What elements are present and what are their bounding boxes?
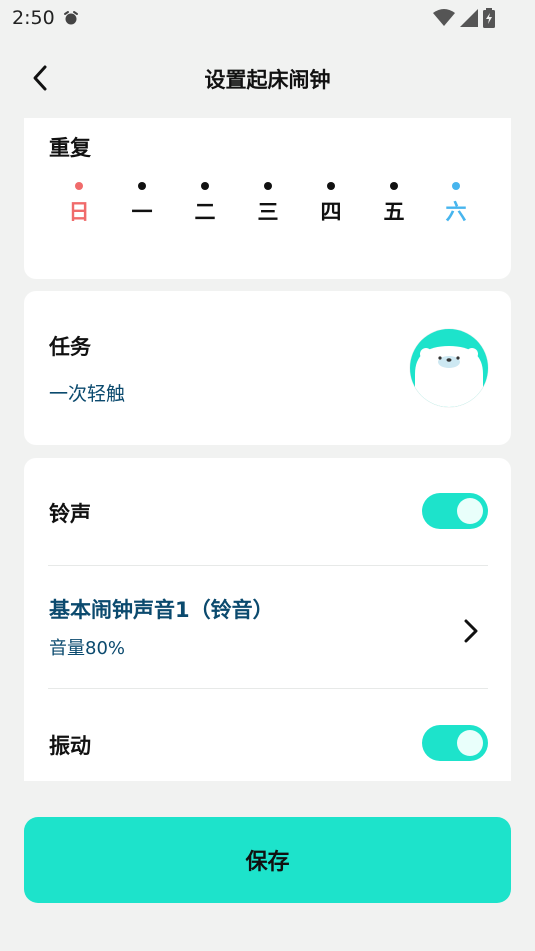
toggle-knob [457, 498, 483, 524]
day-wednesday[interactable]: 三 [243, 182, 293, 226]
day-selected-dot [264, 182, 272, 190]
task-value: 一次轻触 [49, 383, 126, 405]
status-time: 2:50 [12, 7, 55, 29]
header: 设置起床闹钟 [0, 50, 535, 106]
day-tuesday[interactable]: 二 [180, 182, 230, 226]
day-sunday[interactable]: 日 [54, 182, 104, 226]
weekday-selector: 日 一 二 三 四 五 六 [54, 182, 484, 232]
day-selected-dot [138, 182, 146, 190]
polar-bear-mascot-icon [409, 328, 489, 408]
ringtone-name: 基本闹钟声音1（铃音） [49, 598, 274, 622]
day-selected-dot [390, 182, 398, 190]
ringtone-toggle[interactable] [422, 493, 488, 529]
day-label: 二 [194, 200, 216, 224]
day-label: 三 [257, 200, 279, 224]
vibration-toggle[interactable] [422, 725, 488, 761]
divider [48, 688, 488, 689]
vibration-label: 振动 [49, 734, 91, 758]
repeat-card: 重复 日 一 二 三 四 五 六 [24, 118, 511, 279]
day-label: 一 [131, 200, 153, 224]
day-thursday[interactable]: 四 [306, 182, 356, 226]
repeat-label: 重复 [49, 136, 91, 160]
day-selected-dot [201, 182, 209, 190]
task-label: 任务 [49, 335, 91, 359]
day-monday[interactable]: 一 [117, 182, 167, 226]
sound-card: 铃声 基本闹钟声音1（铃音） 音量80% 振动 [24, 458, 511, 781]
status-bar: 2:50 [0, 0, 535, 38]
day-friday[interactable]: 五 [369, 182, 419, 226]
day-saturday[interactable]: 六 [431, 182, 481, 226]
battery-icon [483, 8, 495, 28]
ringtone-label: 铃声 [49, 502, 91, 526]
cell-signal-icon [460, 9, 478, 27]
task-card[interactable]: 任务 一次轻触 [24, 291, 511, 445]
day-selected-dot [452, 182, 460, 190]
ringtone-selector[interactable]: 基本闹钟声音1（铃音） 音量80% [24, 566, 511, 688]
chevron-right-icon [464, 619, 478, 643]
volume-text: 音量80% [49, 638, 126, 659]
wifi-icon [433, 9, 455, 26]
day-selected-dot [75, 182, 83, 190]
day-label: 四 [320, 200, 342, 224]
day-label: 日 [68, 200, 90, 224]
day-selected-dot [327, 182, 335, 190]
save-button[interactable]: 保存 [24, 817, 511, 903]
day-label: 五 [383, 200, 405, 224]
status-icons [433, 8, 495, 28]
toggle-knob [457, 730, 483, 756]
day-label: 六 [445, 200, 467, 224]
alarm-notification-icon [64, 11, 78, 25]
page-title: 设置起床闹钟 [204, 68, 331, 92]
